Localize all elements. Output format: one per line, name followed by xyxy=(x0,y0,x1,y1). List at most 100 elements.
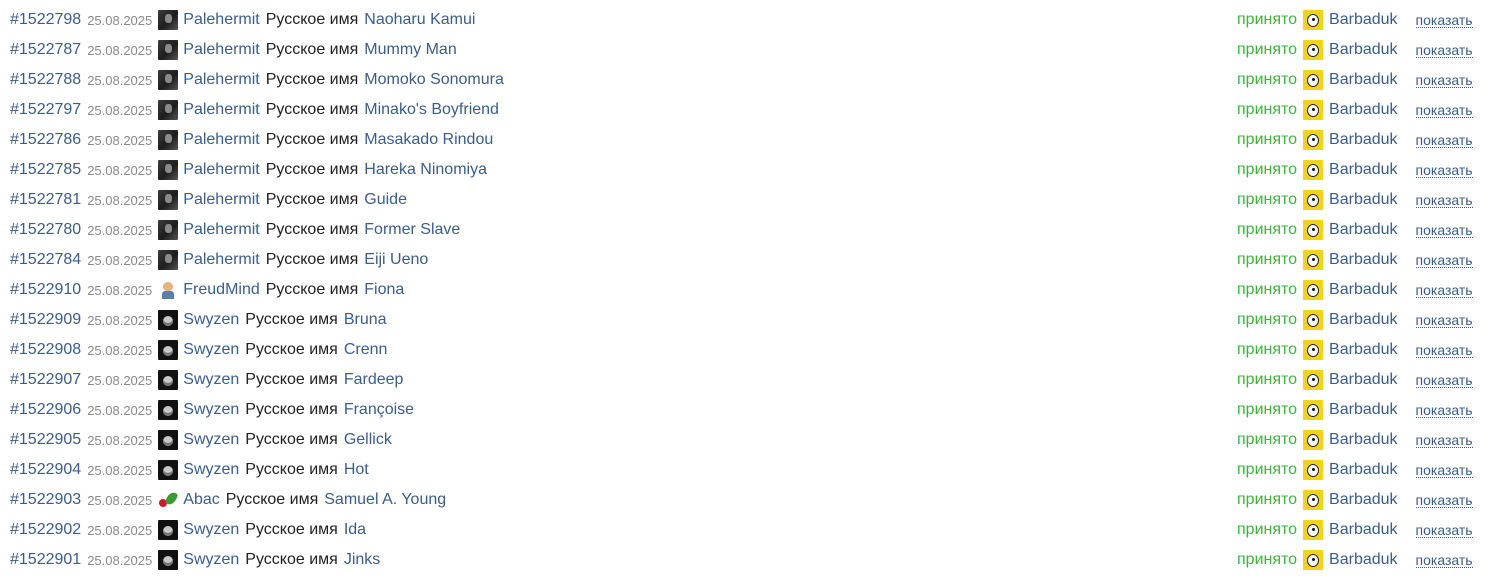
palehermit-avatar[interactable] xyxy=(158,100,179,120)
swyzen-avatar[interactable] xyxy=(158,400,179,420)
author-link[interactable]: Palehermit xyxy=(183,131,259,149)
author-link[interactable]: Palehermit xyxy=(183,251,259,269)
character-link[interactable]: Minako's Boyfriend xyxy=(364,101,499,119)
show-button[interactable]: показать xyxy=(1415,373,1473,388)
change-id-link[interactable]: #1522788 xyxy=(10,71,81,89)
show-button[interactable]: показать xyxy=(1415,343,1473,358)
author-link[interactable]: FreudMind xyxy=(183,281,259,299)
character-link[interactable]: Mummy Man xyxy=(364,41,456,59)
character-link[interactable]: Hareka Ninomiya xyxy=(364,161,487,179)
author-link[interactable]: Swyzen xyxy=(183,521,239,539)
change-id-link[interactable]: #1522905 xyxy=(10,431,81,449)
character-link[interactable]: Momoko Sonomura xyxy=(364,71,504,89)
character-link[interactable]: Crenn xyxy=(344,341,388,359)
character-link[interactable]: Bruna xyxy=(344,311,387,329)
show-button[interactable]: показать xyxy=(1415,283,1473,298)
swyzen-avatar[interactable] xyxy=(158,310,179,330)
moderator-avatar[interactable] xyxy=(1303,400,1324,420)
moderator-link[interactable]: Barbaduk xyxy=(1329,11,1398,29)
character-link[interactable]: Former Slave xyxy=(364,221,460,239)
abac-avatar[interactable] xyxy=(158,490,179,510)
palehermit-avatar[interactable] xyxy=(158,130,179,150)
author-link[interactable]: Palehermit xyxy=(183,161,259,179)
change-id-link[interactable]: #1522784 xyxy=(10,251,81,269)
moderator-link[interactable]: Barbaduk xyxy=(1329,311,1398,329)
character-link[interactable]: Hot xyxy=(344,461,369,479)
change-id-link[interactable]: #1522780 xyxy=(10,221,81,239)
show-button[interactable]: показать xyxy=(1415,133,1473,148)
author-link[interactable]: Swyzen xyxy=(183,401,239,419)
change-id-link[interactable]: #1522781 xyxy=(10,191,81,209)
show-button[interactable]: показать xyxy=(1415,493,1473,508)
moderator-avatar[interactable] xyxy=(1303,130,1324,150)
moderator-avatar[interactable] xyxy=(1303,250,1324,270)
show-button[interactable]: показать xyxy=(1415,523,1473,538)
moderator-avatar[interactable] xyxy=(1303,310,1324,330)
show-button[interactable]: показать xyxy=(1415,163,1473,178)
palehermit-avatar[interactable] xyxy=(158,190,179,210)
moderator-avatar[interactable] xyxy=(1303,280,1324,300)
character-link[interactable]: Gellick xyxy=(344,431,392,449)
show-button[interactable]: показать xyxy=(1415,553,1473,568)
change-id-link[interactable]: #1522908 xyxy=(10,341,81,359)
author-link[interactable]: Palehermit xyxy=(183,71,259,89)
swyzen-avatar[interactable] xyxy=(158,340,179,360)
moderator-link[interactable]: Barbaduk xyxy=(1329,71,1398,89)
author-link[interactable]: Swyzen xyxy=(183,461,239,479)
change-id-link[interactable]: #1522903 xyxy=(10,491,81,509)
show-button[interactable]: показать xyxy=(1415,463,1473,478)
character-link[interactable]: Jinks xyxy=(344,551,380,569)
moderator-avatar[interactable] xyxy=(1303,520,1324,540)
character-link[interactable]: Fiona xyxy=(364,281,404,299)
change-id-link[interactable]: #1522907 xyxy=(10,371,81,389)
show-button[interactable]: показать xyxy=(1415,223,1473,238)
moderator-avatar[interactable] xyxy=(1303,490,1324,510)
palehermit-avatar[interactable] xyxy=(158,160,179,180)
moderator-link[interactable]: Barbaduk xyxy=(1329,101,1398,119)
author-link[interactable]: Swyzen xyxy=(183,311,239,329)
moderator-avatar[interactable] xyxy=(1303,190,1324,210)
palehermit-avatar[interactable] xyxy=(158,10,179,30)
moderator-link[interactable]: Barbaduk xyxy=(1329,251,1398,269)
moderator-link[interactable]: Barbaduk xyxy=(1329,341,1398,359)
moderator-link[interactable]: Barbaduk xyxy=(1329,221,1398,239)
moderator-link[interactable]: Barbaduk xyxy=(1329,131,1398,149)
show-button[interactable]: показать xyxy=(1415,73,1473,88)
palehermit-avatar[interactable] xyxy=(158,250,179,270)
change-id-link[interactable]: #1522901 xyxy=(10,551,81,569)
moderator-link[interactable]: Barbaduk xyxy=(1329,191,1398,209)
change-id-link[interactable]: #1522785 xyxy=(10,161,81,179)
palehermit-avatar[interactable] xyxy=(158,40,179,60)
moderator-avatar[interactable] xyxy=(1303,100,1324,120)
moderator-avatar[interactable] xyxy=(1303,160,1324,180)
character-link[interactable]: Ida xyxy=(344,521,366,539)
show-button[interactable]: показать xyxy=(1415,253,1473,268)
moderator-avatar[interactable] xyxy=(1303,10,1324,30)
change-id-link[interactable]: #1522798 xyxy=(10,11,81,29)
show-button[interactable]: показать xyxy=(1415,43,1473,58)
moderator-avatar[interactable] xyxy=(1303,70,1324,90)
author-link[interactable]: Palehermit xyxy=(183,11,259,29)
moderator-link[interactable]: Barbaduk xyxy=(1329,281,1398,299)
moderator-link[interactable]: Barbaduk xyxy=(1329,371,1398,389)
moderator-avatar[interactable] xyxy=(1303,40,1324,60)
character-link[interactable]: Masakado Rindou xyxy=(364,131,493,149)
character-link[interactable]: Samuel A. Young xyxy=(324,491,446,509)
change-id-link[interactable]: #1522904 xyxy=(10,461,81,479)
character-link[interactable]: Guide xyxy=(364,191,407,209)
change-id-link[interactable]: #1522786 xyxy=(10,131,81,149)
moderator-avatar[interactable] xyxy=(1303,460,1324,480)
moderator-link[interactable]: Barbaduk xyxy=(1329,521,1398,539)
swyzen-avatar[interactable] xyxy=(158,520,179,540)
moderator-avatar[interactable] xyxy=(1303,220,1324,240)
show-button[interactable]: показать xyxy=(1415,13,1473,28)
author-link[interactable]: Palehermit xyxy=(183,191,259,209)
freudmind-avatar[interactable] xyxy=(158,280,179,300)
author-link[interactable]: Abac xyxy=(183,491,219,509)
moderator-link[interactable]: Barbaduk xyxy=(1329,491,1398,509)
character-link[interactable]: Eiji Ueno xyxy=(364,251,428,269)
change-id-link[interactable]: #1522909 xyxy=(10,311,81,329)
change-id-link[interactable]: #1522902 xyxy=(10,521,81,539)
palehermit-avatar[interactable] xyxy=(158,220,179,240)
author-link[interactable]: Palehermit xyxy=(183,221,259,239)
